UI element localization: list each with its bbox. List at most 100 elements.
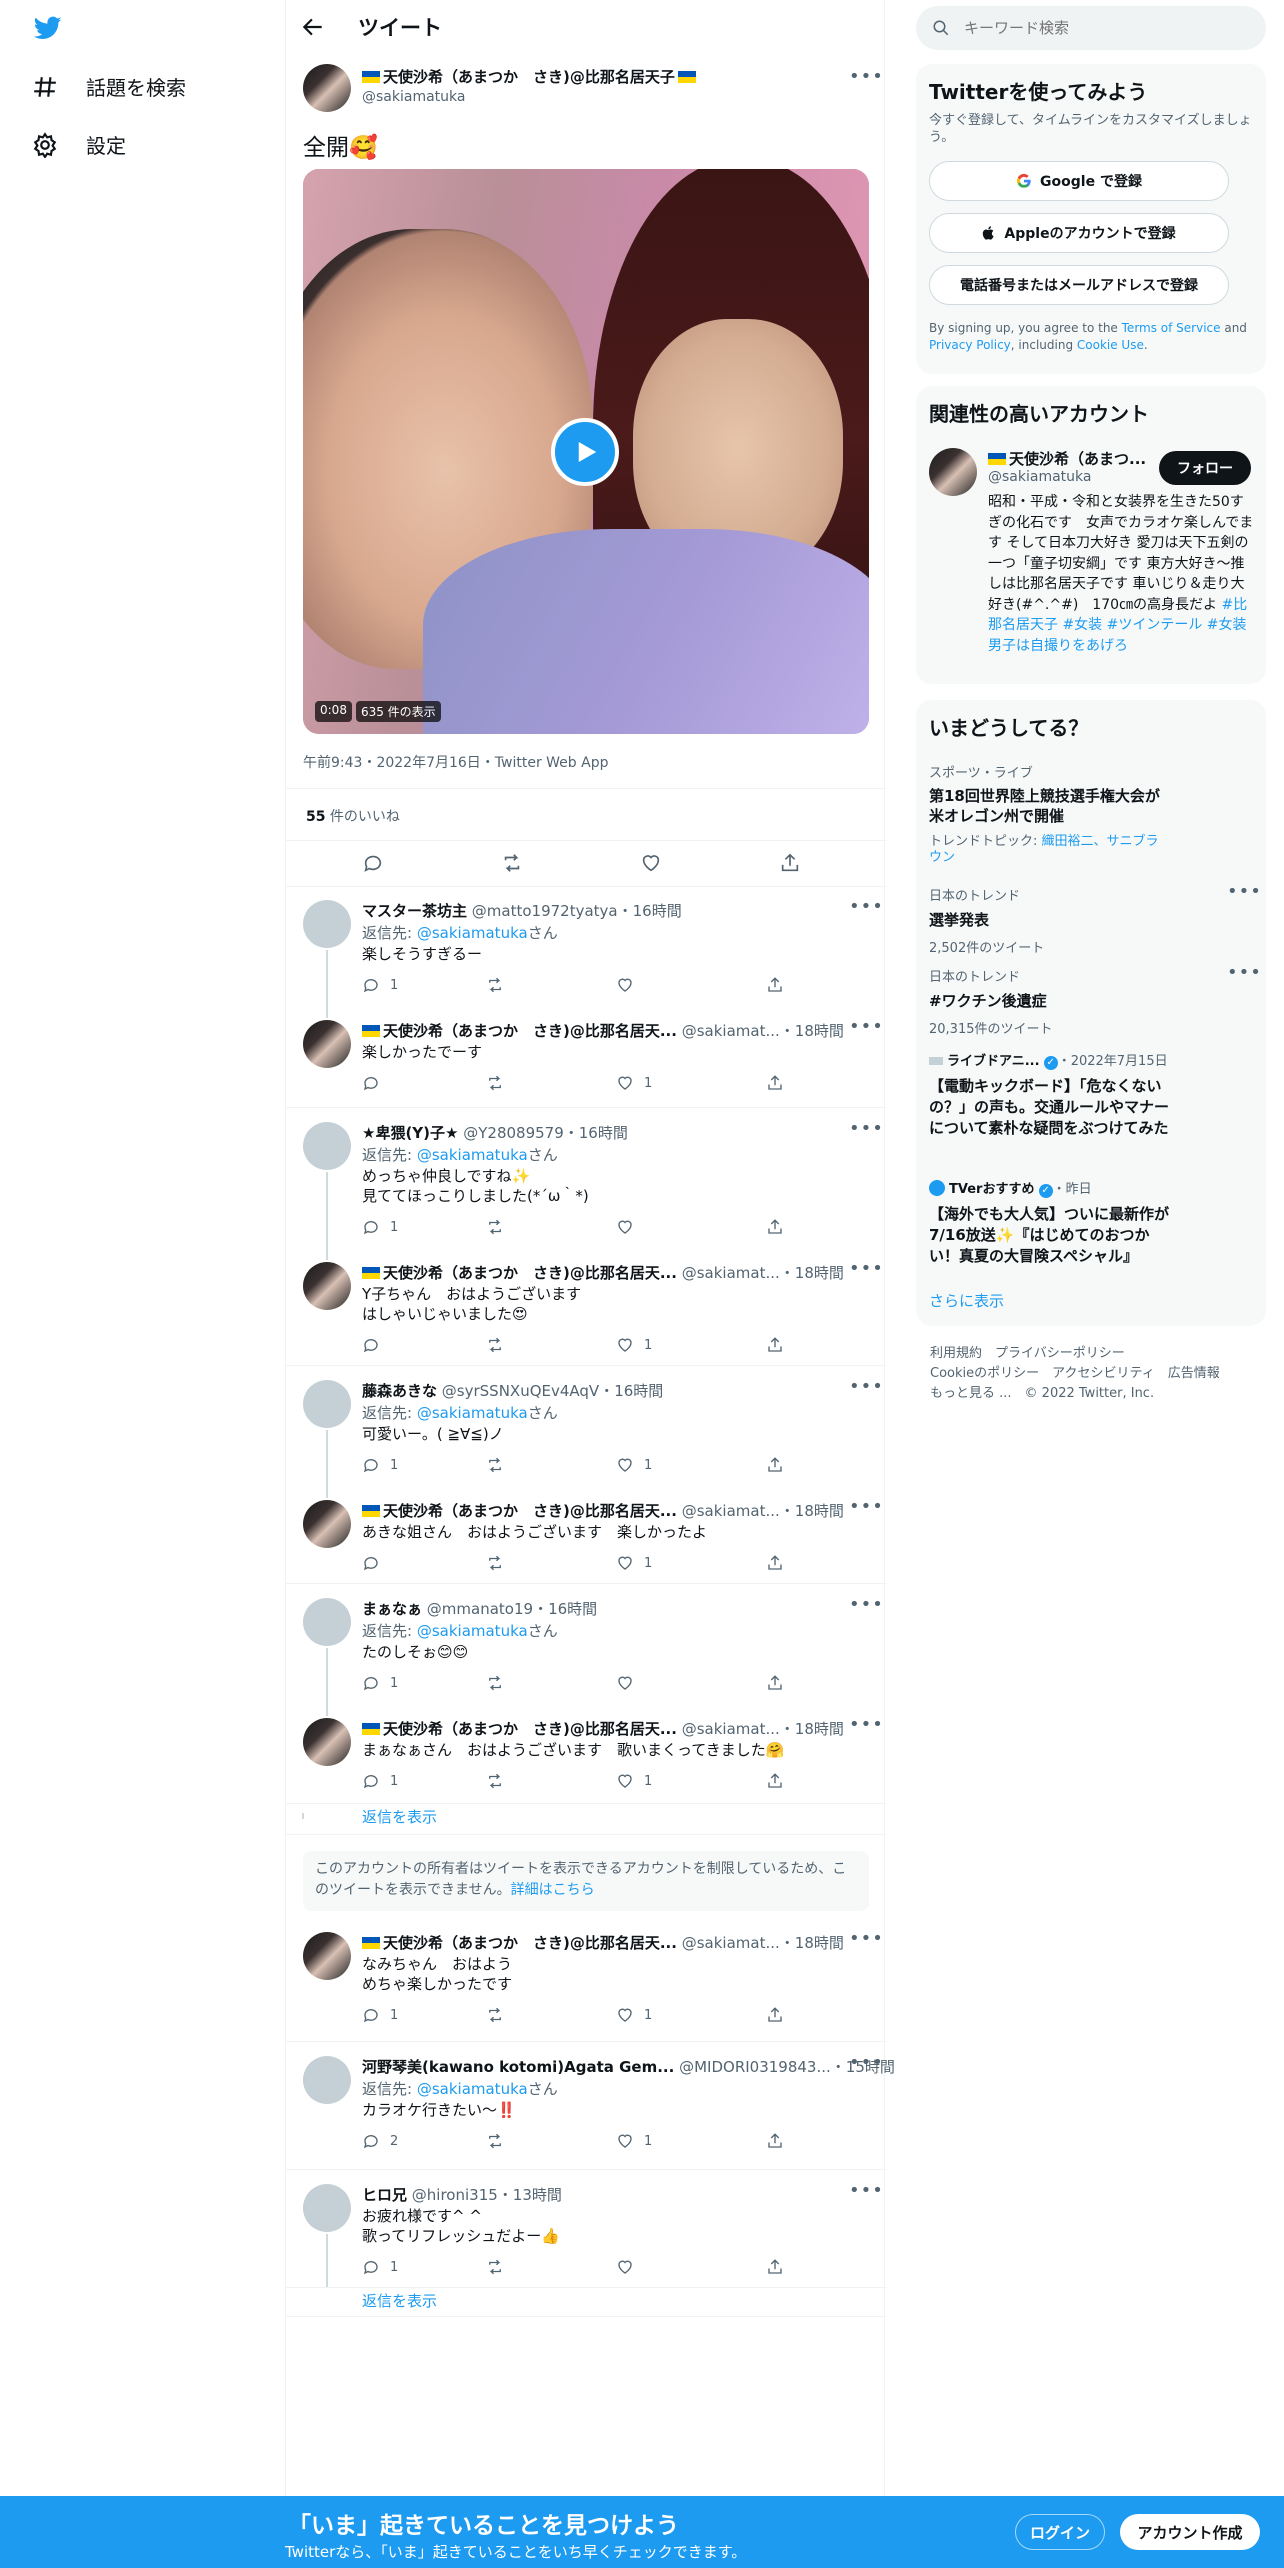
replying-to-handle[interactable]: @sakiamatuka bbox=[417, 1404, 528, 1422]
like-action[interactable] bbox=[616, 976, 644, 994]
reply-action[interactable]: 1 bbox=[362, 1456, 398, 1474]
reply-tweet[interactable]: まぁなぁ @mmanato19・16時間 ••• 返信先: @sakiamatuka… bbox=[286, 1584, 886, 1704]
show-replies-link[interactable]: 返信を表示 bbox=[362, 1806, 437, 1827]
search-input[interactable] bbox=[964, 19, 1234, 37]
share-action[interactable] bbox=[766, 976, 784, 994]
reply-tweet[interactable]: ヒロ兄 @hironi315・13時間 ••• お疲れ様です^ ^ 歌ってリフレッシ… bbox=[286, 2170, 886, 2288]
cookie-link[interactable]: Cookie Use bbox=[1077, 338, 1144, 352]
reply-author-name[interactable]: マスター茶坊主 bbox=[362, 902, 467, 920]
reply-author-handle[interactable]: @mmanato19 bbox=[427, 1600, 533, 1618]
reply-author-name[interactable]: ヒロ兄 bbox=[362, 2186, 407, 2204]
like-action[interactable] bbox=[616, 2258, 644, 2276]
reply-author-name[interactable]: 河野琴美(kawano kotomi)Agata Gem... bbox=[362, 2058, 674, 2076]
share-action[interactable] bbox=[766, 2132, 784, 2150]
retweet-action[interactable] bbox=[486, 2006, 504, 2024]
twitter-logo-icon[interactable] bbox=[32, 14, 64, 42]
like-action[interactable]: 1 bbox=[616, 1336, 652, 1354]
retweet-action[interactable] bbox=[486, 976, 504, 994]
reply-action[interactable] bbox=[362, 1074, 390, 1092]
avatar[interactable] bbox=[303, 1718, 351, 1766]
more-options-icon[interactable]: ••• bbox=[849, 1498, 883, 1520]
signup-button[interactable]: アカウント作成 bbox=[1120, 2514, 1260, 2550]
related-avatar[interactable] bbox=[929, 448, 977, 496]
share-action[interactable] bbox=[766, 1218, 784, 1236]
play-button[interactable] bbox=[551, 418, 619, 486]
trend-item[interactable]: 日本のトレンド #ワクチン後遺症 20,315件のツイート ••• bbox=[929, 964, 1261, 1038]
avatar[interactable] bbox=[303, 1020, 351, 1068]
like-action[interactable]: 1 bbox=[616, 1074, 652, 1092]
news-item[interactable]: ライブドアニ... ✓ ・2022年7月15日 【電動キックボード】「危なくないの… bbox=[929, 1050, 1249, 1139]
show-replies-link[interactable]: 返信を表示 bbox=[362, 2290, 437, 2311]
avatar[interactable] bbox=[303, 1262, 351, 1310]
reply-action[interactable]: 1 bbox=[362, 1218, 398, 1236]
share-action[interactable] bbox=[766, 2006, 784, 2024]
like-action[interactable]: 1 bbox=[616, 2132, 652, 2150]
reply-author-name[interactable]: 天使沙希（あまつか さき)@比那名居天... bbox=[383, 1264, 677, 1282]
retweet-action[interactable] bbox=[486, 1336, 504, 1354]
reply-action[interactable] bbox=[362, 1554, 390, 1572]
reply-author-name[interactable]: まぁなぁ bbox=[362, 1600, 422, 1618]
tweet-meta[interactable]: 午前9:43・2022年7月16日・Twitter Web App bbox=[303, 752, 608, 772]
more-options-icon[interactable]: ••• bbox=[849, 1120, 883, 1142]
learn-more-link[interactable]: 詳細はこちら bbox=[511, 1882, 595, 1898]
reply-author-handle[interactable]: @sakiamat... bbox=[682, 1502, 780, 1520]
reply-time[interactable]: ・16時間 bbox=[599, 1382, 663, 1400]
nav-settings[interactable]: 設定 bbox=[32, 130, 126, 159]
reply-author-name[interactable]: 天使沙希（あまつか さき)@比那名居天... bbox=[383, 1934, 677, 1952]
retweet-action[interactable] bbox=[486, 2258, 504, 2276]
avatar[interactable] bbox=[303, 900, 351, 948]
reply-tweet[interactable]: マスター茶坊主 @matto1972tyatya・16時間 ••• 返信先: @sa… bbox=[286, 886, 886, 1006]
reply-tweet[interactable]: 天使沙希（あまつか さき)@比那名居天... @sakiamat...・18時間… bbox=[286, 1918, 886, 2042]
reply-author-handle[interactable]: @Y28089579 bbox=[463, 1124, 564, 1142]
replying-to-handle[interactable]: @sakiamatuka bbox=[417, 1622, 528, 1640]
more-options-icon[interactable]: ••• bbox=[849, 1018, 883, 1040]
follow-button[interactable]: フォロー bbox=[1159, 451, 1251, 485]
avatar[interactable] bbox=[303, 1500, 351, 1548]
reply-time[interactable]: ・18時間 bbox=[780, 1264, 844, 1282]
like-action[interactable]: 1 bbox=[616, 1456, 652, 1474]
nav-explore[interactable]: 話題を検索 bbox=[32, 72, 186, 101]
more-options-icon[interactable]: ••• bbox=[1227, 964, 1261, 986]
reply-time[interactable]: ・16時間 bbox=[564, 1124, 628, 1142]
trend-item[interactable]: 日本のトレンド 選挙発表 2,502件のツイート ••• bbox=[929, 883, 1261, 957]
reply-time[interactable]: ・13時間 bbox=[498, 2186, 562, 2204]
reply-action[interactable]: 1 bbox=[362, 976, 398, 994]
avatar[interactable] bbox=[303, 1380, 351, 1428]
avatar[interactable] bbox=[303, 2184, 351, 2232]
reply-time[interactable]: ・18時間 bbox=[780, 1502, 844, 1520]
reply-action[interactable] bbox=[362, 1336, 390, 1354]
like-action[interactable] bbox=[616, 1218, 644, 1236]
reply-author-handle[interactable]: @hironi315 bbox=[412, 2186, 498, 2204]
avatar[interactable] bbox=[303, 2056, 351, 2104]
replying-to-handle[interactable]: @sakiamatuka bbox=[417, 2080, 528, 2098]
back-arrow-icon[interactable] bbox=[300, 14, 326, 40]
reply-author-handle[interactable]: @sakiamat... bbox=[682, 1022, 780, 1040]
like-action[interactable]: 1 bbox=[616, 1772, 652, 1790]
reply-action[interactable]: 1 bbox=[362, 1674, 398, 1692]
reply-icon[interactable] bbox=[362, 852, 384, 874]
reply-tweet[interactable]: 天使沙希（あまつか さき)@比那名居天... @sakiamat...・18時間… bbox=[286, 1704, 886, 1804]
more-options-icon[interactable]: ••• bbox=[1227, 883, 1261, 905]
reply-tweet[interactable]: 天使沙希（あまつか さき)@比那名居天... @sakiamat...・18時間… bbox=[286, 1248, 886, 1366]
more-options-icon[interactable]: ••• bbox=[849, 1260, 883, 1282]
login-button[interactable]: ログイン bbox=[1015, 2514, 1105, 2550]
reply-author-handle[interactable]: @sakiamat... bbox=[682, 1720, 780, 1738]
footer-link[interactable]: もっと見る ... bbox=[930, 1386, 1012, 1401]
reply-time[interactable]: ・18時間 bbox=[780, 1934, 844, 1952]
more-options-icon[interactable]: ••• bbox=[849, 1596, 883, 1618]
share-icon[interactable] bbox=[779, 852, 801, 874]
more-options-icon[interactable]: ••• bbox=[849, 898, 883, 920]
reply-time[interactable]: ・18時間 bbox=[780, 1720, 844, 1738]
share-action[interactable] bbox=[766, 1772, 784, 1790]
footer-link[interactable]: プライバシーポリシー bbox=[995, 1346, 1125, 1361]
replying-to-handle[interactable]: @sakiamatuka bbox=[417, 1146, 528, 1164]
reply-action[interactable]: 1 bbox=[362, 2006, 398, 2024]
reply-author-handle[interactable]: @sakiamat... bbox=[682, 1264, 780, 1282]
reply-author-name[interactable]: ★卑猥(Y)子★ bbox=[362, 1124, 458, 1142]
footer-link[interactable]: Cookieのポリシー bbox=[930, 1366, 1039, 1381]
retweet-action[interactable] bbox=[486, 1674, 504, 1692]
avatar[interactable] bbox=[303, 1932, 351, 1980]
reply-time[interactable]: ・18時間 bbox=[780, 1022, 844, 1040]
retweet-action[interactable] bbox=[486, 1218, 504, 1236]
like-action[interactable]: 1 bbox=[616, 1554, 652, 1572]
